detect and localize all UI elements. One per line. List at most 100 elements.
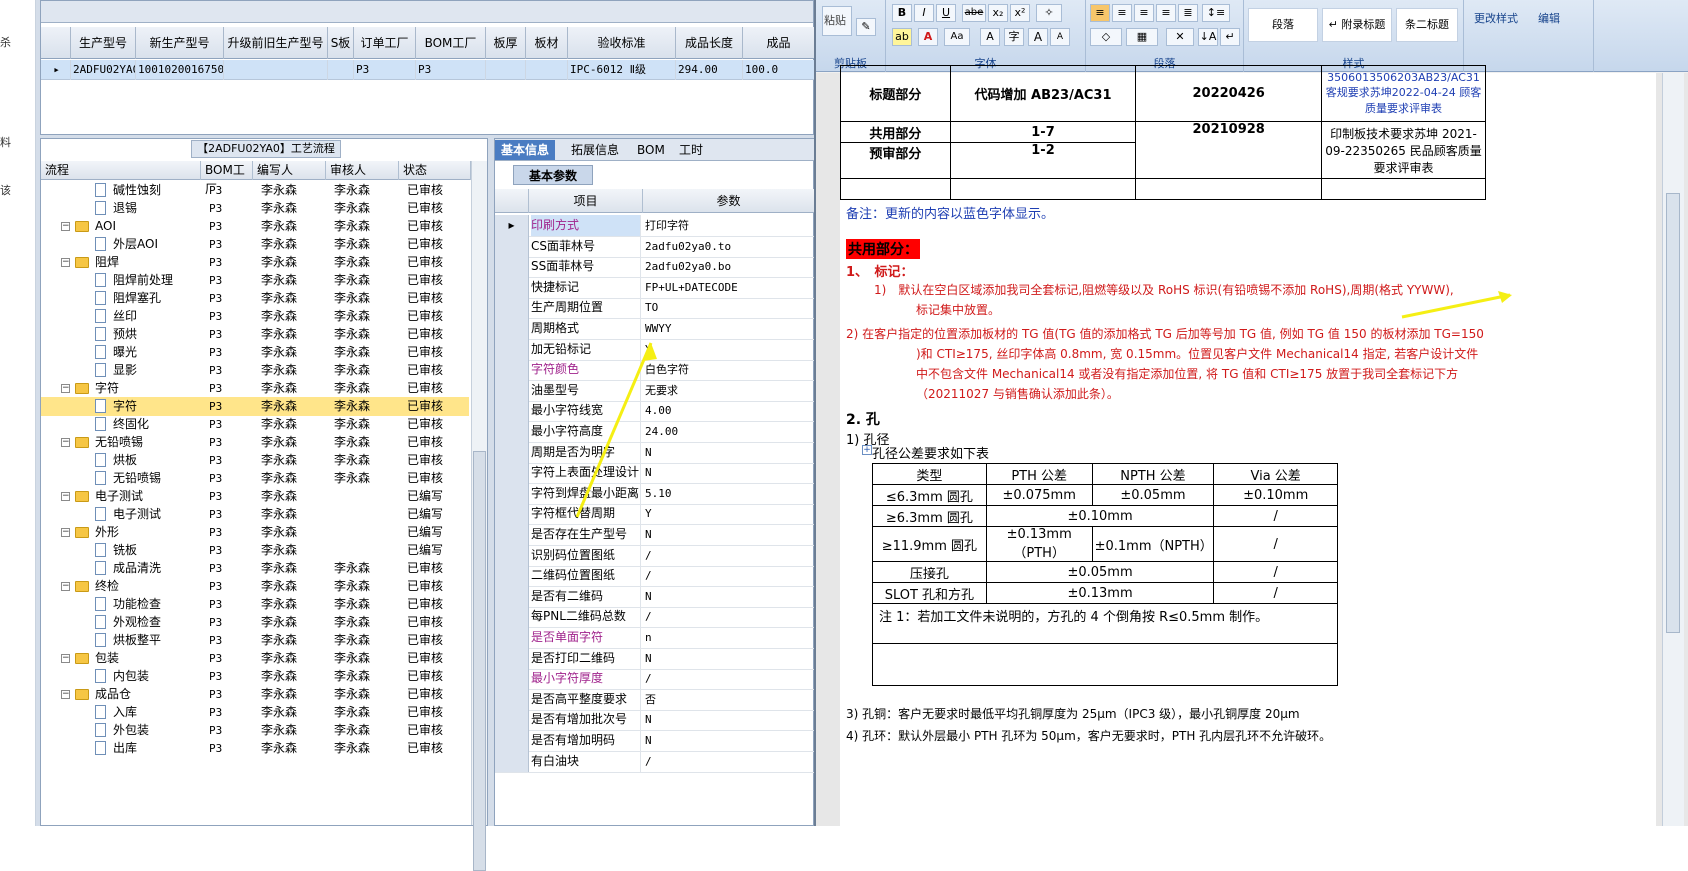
document-page[interactable]: 标题部分 代码增加 AB23/AC31 20220426 35060135062… — [840, 65, 1656, 826]
tree-row[interactable]: 阻焊前处理 P3 李永森 李永森 已审核 — [41, 271, 469, 290]
style-item[interactable]: ↵ 附录标题 — [1322, 8, 1392, 42]
tree-row[interactable]: 烘板整平 P3 李永森 李永森 已审核 — [41, 631, 469, 650]
tree-row[interactable]: − 无铅喷锡 P3 李永森 李永森 已审核 — [41, 433, 469, 452]
collapse-icon[interactable]: − — [61, 384, 70, 393]
edit-button[interactable]: 编辑 — [1538, 10, 1560, 26]
cell[interactable]: 294.00 — [676, 60, 743, 80]
tree-row[interactable]: 显影 P3 李永森 李永森 已审核 — [41, 361, 469, 380]
collapse-icon[interactable]: − — [61, 654, 70, 663]
cell[interactable]: P3 — [354, 60, 416, 80]
tree-row[interactable]: 外观检查 P3 李永森 李永森 已审核 — [41, 613, 469, 632]
tree-row[interactable]: 内包装 P3 李永森 李永森 已审核 — [41, 667, 469, 686]
sort-icon[interactable]: ↓A — [1198, 28, 1218, 46]
tree-row[interactable]: 外层AOI P3 李永森 李永森 已审核 — [41, 235, 469, 254]
highlight-icon[interactable]: ab — [892, 28, 912, 46]
clear-format-icon[interactable]: ✧ — [1036, 4, 1062, 22]
collapse-icon[interactable]: − — [61, 438, 70, 447]
tree-row[interactable]: − 成品仓 P3 李永森 李永森 已审核 — [41, 685, 469, 704]
collapse-icon[interactable]: − — [61, 492, 70, 501]
cell[interactable] — [526, 60, 568, 80]
justify-icon[interactable]: ≡ — [1156, 4, 1176, 22]
align-right-icon[interactable]: ≡ — [1134, 4, 1154, 22]
collapse-icon[interactable]: − — [61, 222, 70, 231]
tree-row[interactable]: 成品清洗 P3 李永森 李永森 已审核 — [41, 559, 469, 578]
align-left-icon[interactable]: ≡ — [1090, 4, 1110, 22]
col-header[interactable]: 订单工厂 — [354, 27, 416, 59]
grid-corner[interactable] — [41, 27, 71, 59]
document-scrollbar[interactable] — [1662, 73, 1684, 826]
cell[interactable]: P3 — [416, 60, 486, 80]
cell[interactable] — [224, 60, 328, 80]
cell[interactable]: 10010200167504 — [136, 60, 224, 80]
table-move-icon[interactable]: + — [862, 445, 872, 455]
tree-row[interactable]: − 包装 P3 李永森 李永森 已审核 — [41, 649, 469, 668]
bold-button[interactable]: B — [892, 4, 912, 22]
cell[interactable] — [328, 60, 354, 80]
col-header[interactable]: 新生产型号 — [136, 27, 224, 59]
tree-row[interactable]: 字符 P3 李永森 李永森 已审核 — [41, 397, 469, 416]
tree-row[interactable]: 功能检查 P3 李永森 李永森 已审核 — [41, 595, 469, 614]
tree-row[interactable]: 无铅喷锡 P3 李永森 李永森 已审核 — [41, 469, 469, 488]
col-header[interactable]: 成品 — [743, 27, 815, 59]
tree-row[interactable]: 入库 P3 李永森 李永森 已审核 — [41, 703, 469, 722]
col-header[interactable]: 升级前旧生产型号 — [224, 27, 328, 59]
cell[interactable] — [486, 60, 526, 80]
tree-row[interactable]: 铣板 P3 李永森 已编写 — [41, 541, 469, 560]
col-header[interactable]: 流程 — [41, 161, 201, 180]
col-header[interactable]: BOM工厂 — [416, 27, 486, 59]
col-header[interactable]: 板材 — [526, 27, 568, 59]
collapse-icon[interactable]: − — [61, 582, 70, 591]
shading-icon[interactable]: ◇ — [1090, 28, 1122, 46]
collapse-icon[interactable]: − — [61, 528, 70, 537]
tree-row[interactable]: − AOI P3 李永森 李永森 已审核 — [41, 217, 469, 236]
grow-font-button[interactable]: A — [1028, 28, 1048, 46]
tree-row[interactable]: 终固化 P3 李永森 李永森 已审核 — [41, 415, 469, 434]
borders-icon[interactable]: ▦ — [1126, 28, 1158, 46]
tree-row[interactable]: − 阻焊 P3 李永森 李永森 已审核 — [41, 253, 469, 272]
tree-row[interactable]: 曝光 P3 李永森 李永森 已审核 — [41, 343, 469, 362]
table-row[interactable]: ▸ 2ADFU02YA0 10010200167504 P3 P3 IPC-60… — [41, 60, 815, 80]
tree-row[interactable]: 阻焊塞孔 P3 李永森 李永森 已审核 — [41, 289, 469, 308]
style-item[interactable]: 条二标题 — [1396, 8, 1458, 42]
tree-row[interactable]: − 电子测试 P3 李永森 已编写 — [41, 487, 469, 506]
collapse-icon[interactable]: − — [61, 258, 70, 267]
change-styles-button[interactable]: 更改样式 — [1474, 10, 1518, 26]
col-header[interactable]: 状态 — [399, 161, 471, 180]
enclose-char-icon[interactable]: 字 — [1004, 28, 1024, 46]
tree-row[interactable]: 外包装 P3 李永森 李永森 已审核 — [41, 721, 469, 740]
tree-row[interactable]: 预烘 P3 李永森 李永森 已审核 — [41, 325, 469, 344]
tree-row[interactable]: − 字符 P3 李永森 李永森 已审核 — [41, 379, 469, 398]
cell[interactable]: 2ADFU02YA0 — [71, 60, 136, 80]
chinese-layout-icon[interactable]: ✕ — [1166, 28, 1194, 46]
tree-row[interactable]: 退锡 P3 李永森 李永森 已审核 — [41, 199, 469, 218]
tree-row[interactable]: 电子测试 P3 李永森 已编写 — [41, 505, 469, 524]
superscript-button[interactable]: x² — [1010, 4, 1030, 22]
col-header[interactable]: 验收标准 — [568, 27, 676, 59]
style-item[interactable]: 段落 — [1248, 8, 1318, 42]
col-header[interactable]: 板厚 — [486, 27, 526, 59]
tree-row[interactable]: 出库 P3 李永森 李永森 已审核 — [41, 739, 469, 758]
col-header[interactable]: S板 — [328, 27, 354, 59]
tree-scrollbar[interactable] — [471, 161, 487, 871]
tree-row[interactable]: − 终检 P3 李永森 李永森 已审核 — [41, 577, 469, 596]
document-scroll-thumb[interactable] — [1666, 193, 1680, 633]
col-header[interactable]: BOM工厂 — [201, 161, 253, 196]
cell[interactable]: 100.0 — [743, 60, 815, 80]
cell[interactable]: IPC-6012 Ⅱ级 — [568, 60, 676, 80]
italic-button[interactable]: I — [914, 4, 934, 22]
char-shading-icon[interactable]: A — [980, 28, 1000, 46]
subscript-button[interactable]: x₂ — [988, 4, 1008, 22]
line-spacing-icon[interactable]: ↕≡ — [1202, 4, 1230, 22]
underline-button[interactable]: U — [936, 4, 956, 22]
tree-scroll-thumb[interactable] — [473, 451, 486, 871]
collapse-icon[interactable]: − — [61, 690, 70, 699]
strike-button[interactable]: abe — [962, 4, 986, 22]
tree-row[interactable]: 烘板 P3 李永森 李永森 已审核 — [41, 451, 469, 470]
distribute-icon[interactable]: ≣ — [1178, 4, 1198, 22]
format-painter-icon[interactable]: ✎ — [856, 18, 876, 36]
tree-row[interactable]: 丝印 P3 李永森 李永森 已审核 — [41, 307, 469, 326]
col-header[interactable]: 审核人 — [326, 161, 399, 180]
align-center-icon[interactable]: ≡ — [1112, 4, 1132, 22]
tree-row[interactable]: 碱性蚀刻 P3 李永森 李永森 已审核 — [41, 181, 469, 200]
shrink-font-button[interactable]: A — [1050, 28, 1070, 46]
